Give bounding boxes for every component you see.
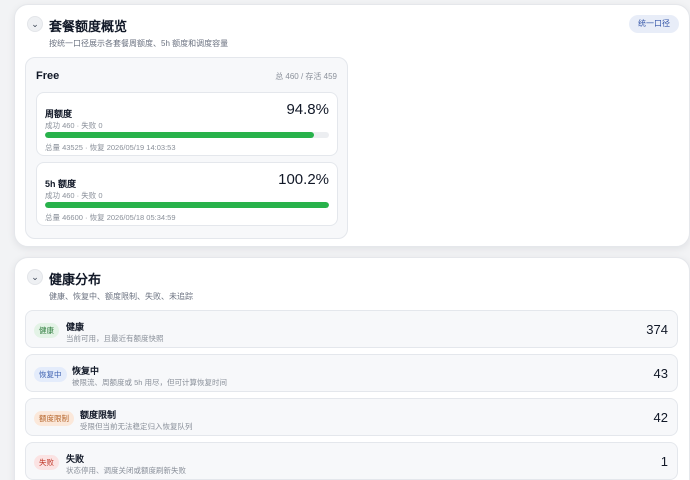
health-row-failed[interactable]: 失败 失败 状态停用、调度关闭或额度刷新失败 1: [25, 442, 678, 480]
row-description: 状态停用、调度关闭或额度刷新失败: [66, 466, 186, 475]
five-hour-quota-box: 5h 额度 成功 460 · 失败 0 100.2% 总量 46600 · 恢复…: [36, 162, 338, 226]
quota-label: 周额度: [45, 109, 73, 119]
health-subtitle: 健康、恢复中、额度限制、失败、未追踪: [49, 292, 193, 301]
quota-stats: 成功 460 · 失败 0: [45, 191, 103, 200]
row-description: 当前可用，且最近有额度快照: [66, 334, 164, 343]
quota-footer: 总量 43525 · 恢复 2026/05/19 14:03:53: [45, 143, 176, 152]
row-count: 374: [646, 322, 668, 337]
health-row-recovering[interactable]: 恢复中 恢复中 被限流、周额度或 5h 用尽，但可计算恢复时间 43: [25, 354, 678, 392]
status-badge: 健康: [34, 323, 59, 338]
row-title: 健康: [66, 322, 85, 332]
quota-percent: 100.2%: [278, 171, 329, 188]
quota-footer: 总量 46600 · 恢复 2026/05/18 05:34:59: [45, 213, 176, 222]
quota-label: 5h 额度: [45, 179, 77, 189]
health-row-healthy[interactable]: 健康 健康 当前可用，且最近有额度快照 374: [25, 310, 678, 348]
quota-progress-track: [45, 132, 329, 138]
overview-title: 套餐额度概览: [49, 19, 128, 34]
quota-progress-fill: [45, 132, 315, 138]
chevron-down-icon[interactable]: ⌄: [27, 16, 43, 32]
row-title: 失败: [66, 454, 85, 464]
quota-stats: 成功 460 · 失败 0: [45, 121, 103, 130]
row-count: 43: [653, 366, 668, 381]
plan-name: Free: [36, 70, 60, 82]
quota-percent: 94.8%: [286, 101, 329, 118]
row-description: 被限流、周额度或 5h 用尽，但可计算恢复时间: [72, 378, 228, 387]
row-title: 恢复中: [72, 366, 100, 376]
health-distribution-card: ⌄ 健康分布 健康、恢复中、额度限制、失败、未追踪 健康 健康 当前可用，且最近…: [14, 257, 690, 480]
overview-subtitle: 按统一口径展示各套餐周额度、5h 额度和调度容量: [49, 39, 229, 48]
quota-overview-card: ⌄ 套餐额度概览 按统一口径展示各套餐周额度、5h 额度和调度容量 统一口径 F…: [14, 4, 690, 247]
health-title: 健康分布: [49, 272, 102, 287]
plan-meta: 总 460 / 存活 459: [275, 72, 337, 81]
row-count: 42: [653, 410, 668, 425]
row-count: 1: [660, 454, 668, 469]
plan-panel: Free 总 460 / 存活 459 周额度 成功 460 · 失败 0 94…: [25, 57, 348, 239]
weekly-quota-box: 周额度 成功 460 · 失败 0 94.8% 总量 43525 · 恢复 20…: [36, 92, 338, 156]
quota-progress-track: [45, 202, 329, 208]
chevron-down-icon[interactable]: ⌄: [27, 269, 43, 285]
quota-progress-fill: [45, 202, 329, 208]
unified-metric-badge[interactable]: 统一口径: [629, 15, 679, 33]
health-row-quota-limited[interactable]: 额度限制 额度限制 受限但当前无法稳定归入恢复队列 42: [25, 398, 678, 436]
status-badge: 恢复中: [34, 367, 67, 382]
row-title: 额度限制: [80, 410, 117, 420]
status-badge: 失败: [34, 455, 59, 470]
status-badge: 额度限制: [34, 411, 74, 426]
row-description: 受限但当前无法稳定归入恢复队列: [80, 422, 193, 431]
